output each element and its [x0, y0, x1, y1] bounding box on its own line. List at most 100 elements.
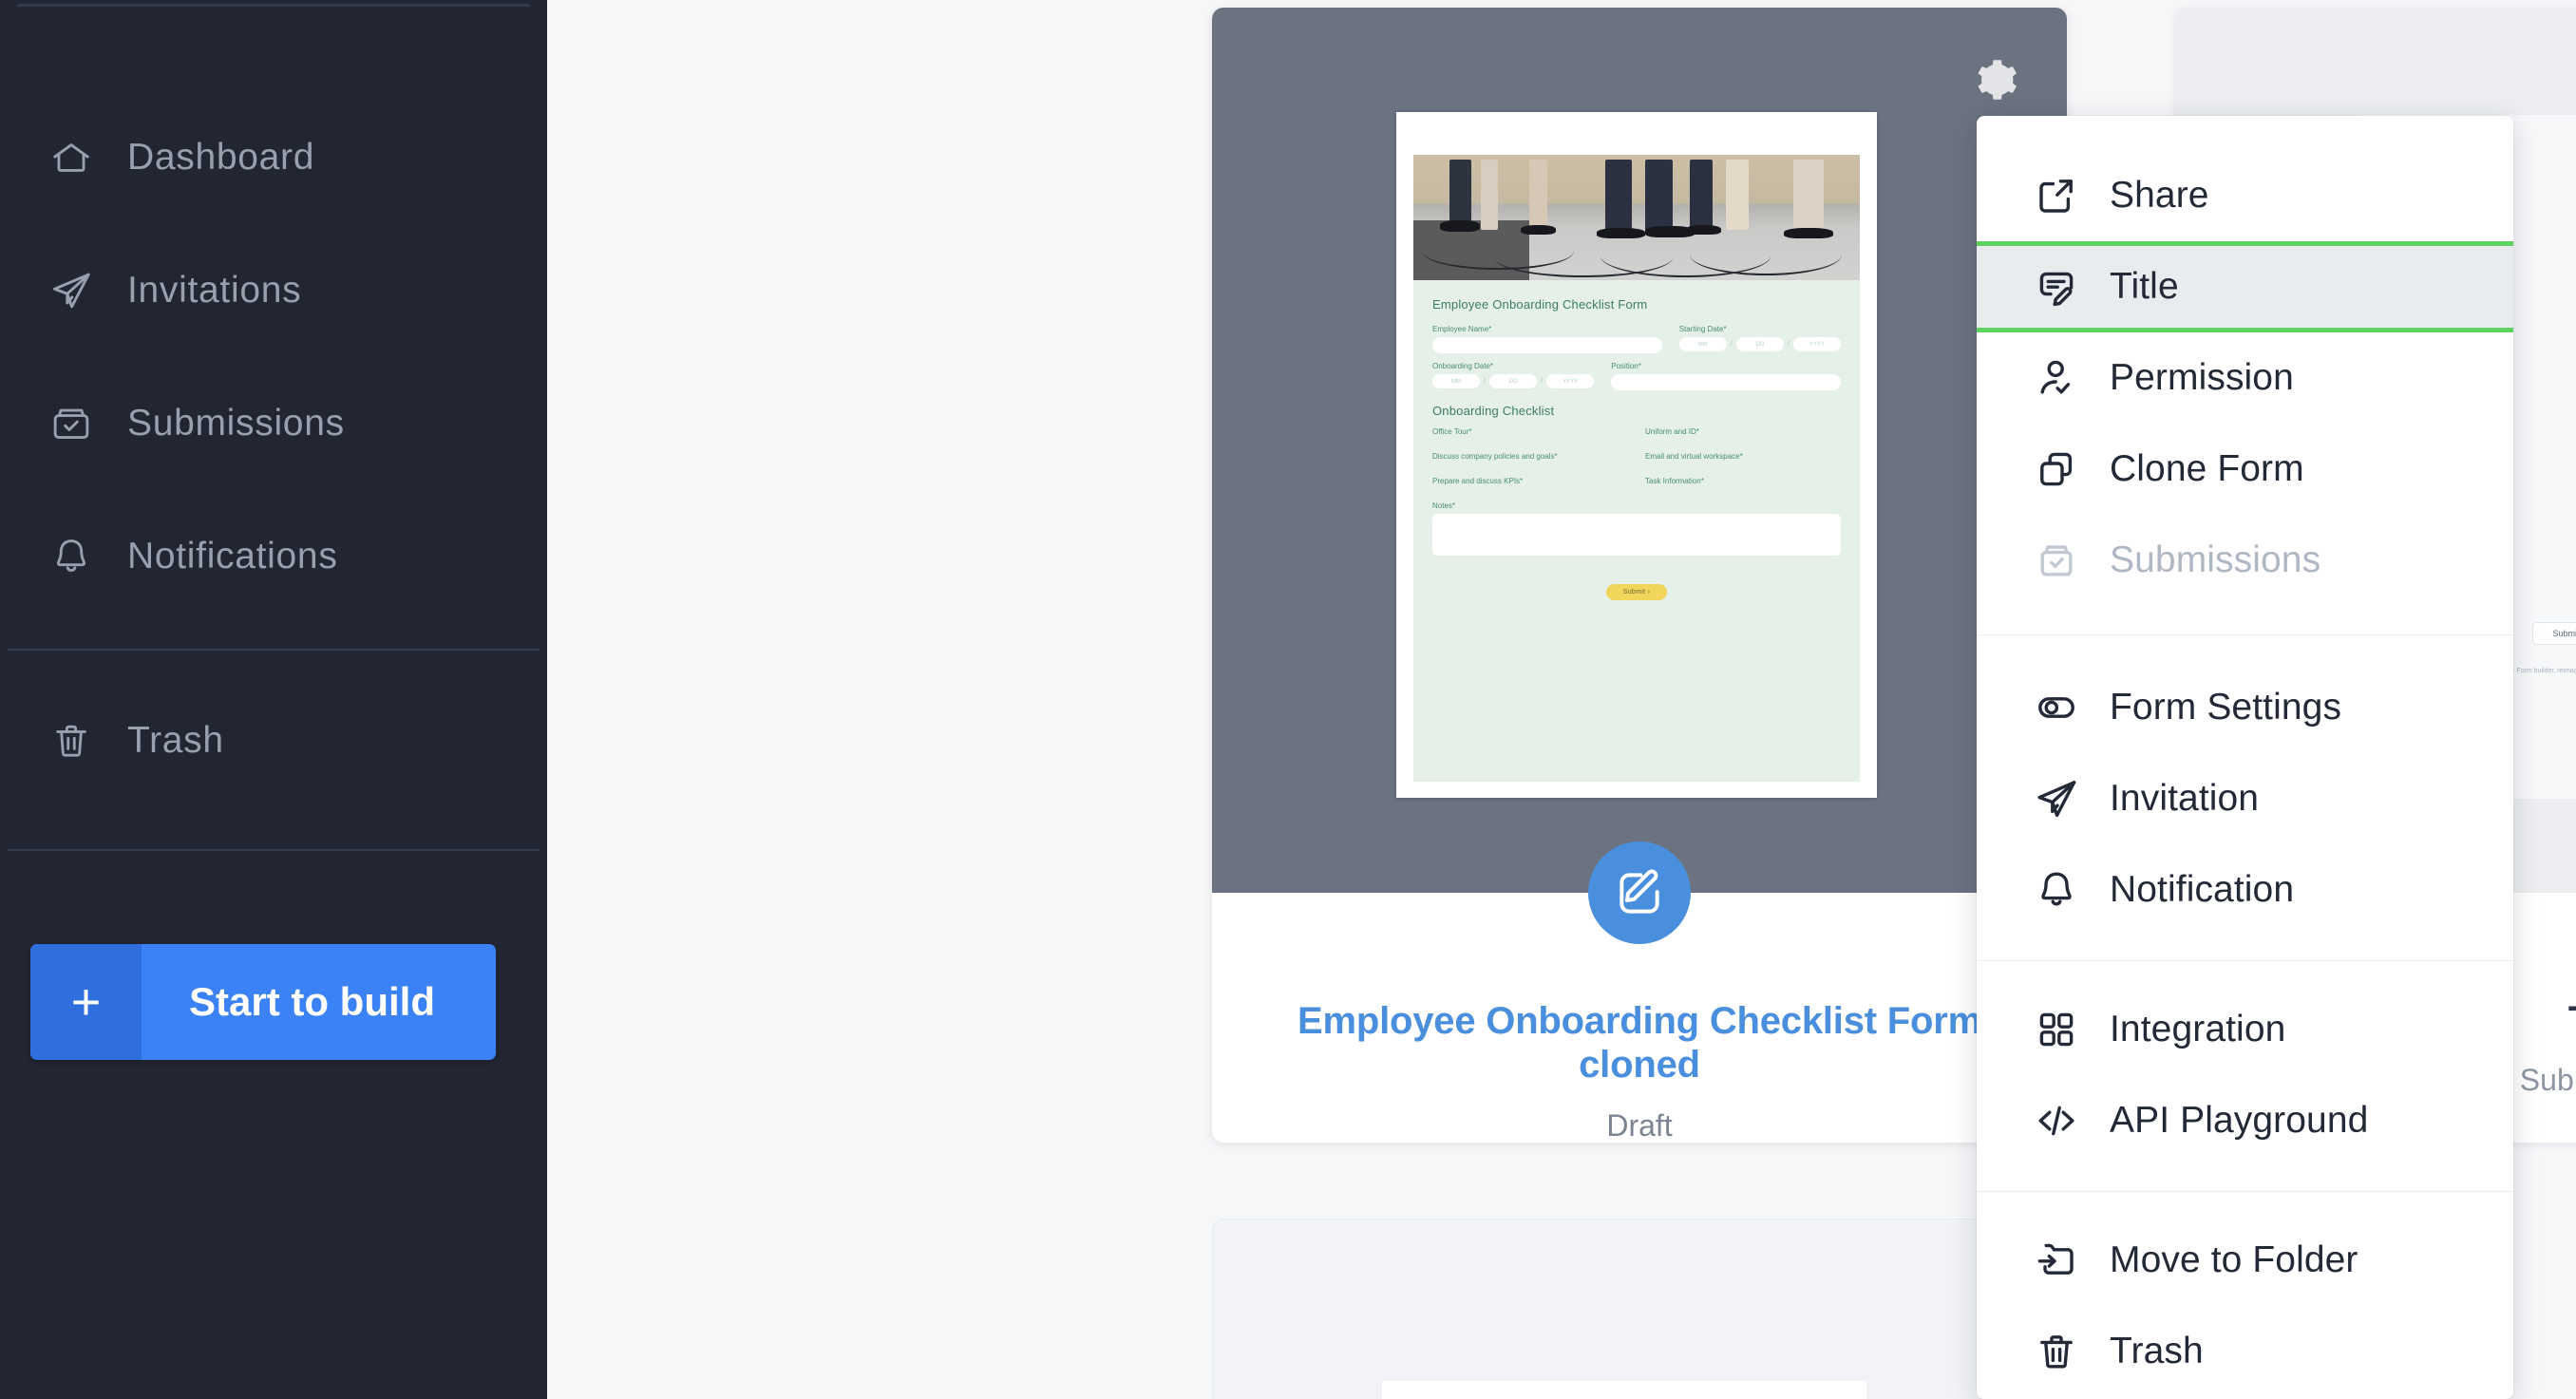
starting-date-dd[interactable]: DD	[1735, 337, 1784, 351]
menu-item-submissions: Submissions	[1977, 515, 2513, 606]
thumbnail-hero-photo	[1413, 155, 1860, 280]
paper-plane-icon	[2030, 776, 2083, 822]
thumbnail-submit-button[interactable]: Submit ›	[1605, 584, 1668, 600]
checklist-item: Office Tour*	[1432, 427, 1472, 436]
inbox-check-icon	[42, 394, 101, 453]
home-icon	[42, 128, 101, 187]
form-card-onboarding[interactable]: Employee Onboarding Checklist Form Emplo…	[1212, 8, 2067, 1143]
sidebar-top-divider	[17, 4, 530, 7]
trash-icon	[42, 711, 101, 770]
menu-item-label: Permission	[2110, 357, 2294, 398]
sidebar-trash-group: Trash	[0, 674, 547, 807]
paper-plane-icon	[42, 261, 101, 320]
employee-name-input[interactable]	[1432, 337, 1662, 353]
sidebar-item-notifications[interactable]: Notifications	[0, 490, 547, 623]
onboarding-date-dd[interactable]: DD	[1489, 374, 1538, 388]
sidebar-divider-1	[8, 649, 540, 651]
onboarding-date-yyyy[interactable]: YYYY	[1546, 374, 1595, 388]
folder-arrow-icon	[2030, 1238, 2083, 1283]
menu-item-label: Integration	[2110, 1009, 2286, 1049]
edit-pencil-icon[interactable]	[1588, 841, 1691, 944]
bell-icon	[2030, 867, 2083, 913]
menu-item-label: Invitation	[2110, 778, 2260, 819]
menu-item-clone-form[interactable]: Clone Form	[1977, 424, 2513, 515]
sidebar-item-dashboard[interactable]: Dashboard	[0, 91, 547, 224]
thumbnail-field-employee-name: Employee Name*	[1432, 325, 1662, 353]
thumbnail-submit-label: Submit	[1622, 589, 1646, 596]
sidebar-divider-2	[8, 849, 540, 851]
menu-item-trash[interactable]: Trash	[1977, 1306, 2513, 1397]
sidebar-item-submissions[interactable]: Submissions	[0, 357, 547, 490]
menu-item-label: Share	[2110, 175, 2209, 216]
sidebar: Dashboard Invitations Submissions Notifi…	[0, 0, 547, 1399]
thumbnail-field-position: Position*	[1611, 362, 1841, 390]
field-label: Position*	[1611, 362, 1641, 370]
form-card-status: Draft	[1606, 1107, 1673, 1143]
menu-item-label: Move to Folder	[2110, 1239, 2358, 1280]
checklist-item: Task Information*	[1645, 477, 1704, 485]
menu-item-api-playground[interactable]: API Playground	[1977, 1075, 2513, 1166]
menu-item-label: Submissions	[2110, 539, 2321, 580]
user-check-icon	[2030, 355, 2083, 401]
notes-textarea[interactable]	[1432, 514, 1841, 556]
form-card-title: Employee Onboarding Checklist Form clone…	[1297, 1000, 1981, 1087]
sidebar-item-label: Notifications	[127, 536, 338, 577]
menu-item-label: API Playground	[2110, 1100, 2369, 1141]
menu-item-label: Title	[2110, 266, 2179, 307]
menu-divider-1	[1977, 634, 2513, 635]
checklist-item: Email and virtual workspace*	[1645, 452, 1743, 461]
date-separator: /	[1541, 378, 1544, 385]
plus-icon: +	[30, 944, 142, 1060]
menu-item-notification[interactable]: Notification	[1977, 844, 2513, 936]
inbox-check-icon	[2030, 538, 2083, 583]
onboarding-date-mm[interactable]: MM	[1432, 374, 1481, 388]
gear-icon[interactable]	[1963, 49, 2024, 110]
bell-icon	[42, 527, 101, 586]
toggle-eye-icon	[2030, 685, 2083, 730]
menu-item-label: Notification	[2110, 869, 2295, 910]
title-edit-icon	[2030, 264, 2083, 310]
menu-item-move-to-folder[interactable]: Move to Folder	[1977, 1215, 2513, 1306]
thumb-submit-button[interactable]: Submit ›	[2532, 622, 2576, 645]
form-card-bottom[interactable]	[1212, 1219, 2067, 1399]
menu-item-label: Form Settings	[2110, 687, 2342, 728]
notes-label: Notes*	[1432, 501, 1456, 510]
date-separator: /	[1787, 341, 1790, 348]
position-input[interactable]	[1611, 374, 1841, 390]
sidebar-item-label: Submissions	[127, 403, 345, 444]
menu-item-form-settings[interactable]: Form Settings	[1977, 662, 2513, 753]
menu-item-integration[interactable]: Integration	[1977, 984, 2513, 1075]
field-label: Starting Date*	[1678, 325, 1727, 333]
sidebar-item-invitations[interactable]: Invitations	[0, 224, 547, 357]
starting-date-mm[interactable]: MM	[1678, 337, 1727, 351]
menu-divider-3	[1977, 1191, 2513, 1192]
menu-item-share[interactable]: Share	[1977, 150, 2513, 241]
checklist-item: Discuss company policies and goals*	[1432, 452, 1558, 461]
thumb-submit-label: Submit	[2552, 629, 2576, 638]
date-separator: /	[1484, 378, 1487, 385]
start-to-build-button[interactable]: + Start to build	[30, 944, 496, 1060]
thumbnail-field-notes: Notes*	[1432, 501, 1841, 556]
menu-item-label: Clone Form	[2110, 448, 2304, 489]
checklist-item: Uniform and ID*	[1645, 427, 1699, 436]
sidebar-item-trash[interactable]: Trash	[0, 674, 547, 807]
sidebar-item-label: Trash	[127, 720, 224, 761]
menu-item-title[interactable]: Title	[1977, 241, 2513, 332]
sidebar-item-label: Dashboard	[127, 137, 315, 178]
starting-date-yyyy[interactable]: YYYY	[1792, 337, 1841, 351]
sidebar-item-label: Invitations	[127, 270, 302, 311]
form-thumbnail-onboarding: Employee Onboarding Checklist Form Emplo…	[1396, 112, 1877, 798]
thumbnail-section-title: Onboarding Checklist	[1432, 404, 1555, 418]
menu-item-invitation[interactable]: Invitation	[1977, 753, 2513, 844]
menu-divider-2	[1977, 960, 2513, 961]
form-context-menu: Share Title Permission Clone Form Submis…	[1977, 116, 2513, 1399]
field-label: Onboarding Date*	[1432, 362, 1494, 370]
menu-item-permission[interactable]: Permission	[1977, 332, 2513, 424]
date-separator: /	[1730, 341, 1733, 348]
trash-icon	[2030, 1329, 2083, 1374]
thumbnail-field-onboarding-date: Onboarding Date* MM / DD / YYYY	[1432, 362, 1595, 390]
copy-icon	[2030, 446, 2083, 492]
checklist-item: Prepare and discuss KPIs*	[1432, 477, 1524, 485]
code-brackets-icon	[2030, 1098, 2083, 1144]
app-root: Dashboard Invitations Submissions Notifi…	[0, 0, 2576, 1399]
